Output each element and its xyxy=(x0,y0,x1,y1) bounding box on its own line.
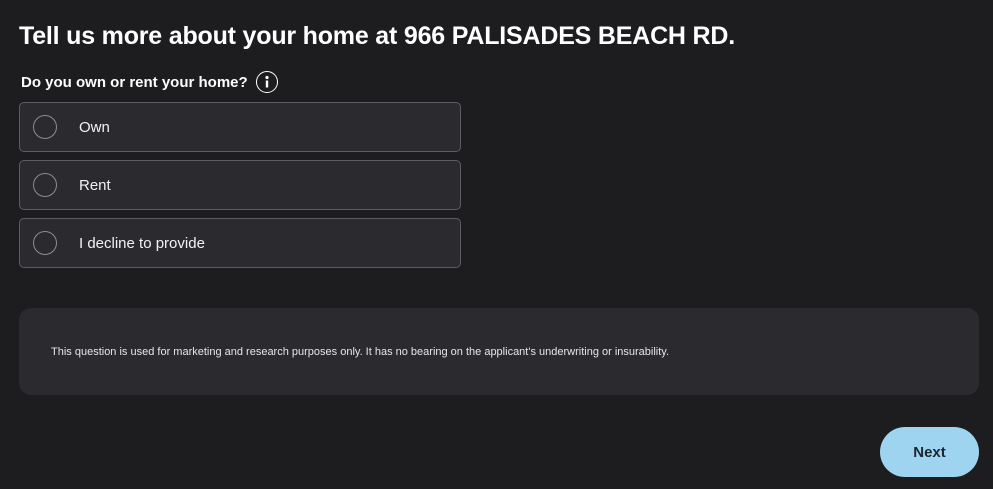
option-label: Own xyxy=(79,118,110,136)
page-title: Tell us more about your home at 966 PALI… xyxy=(19,22,735,50)
info-icon[interactable] xyxy=(255,71,278,93)
disclaimer-text: This question is used for marketing and … xyxy=(51,345,670,358)
radio-button[interactable] xyxy=(33,231,57,255)
disclaimer-panel: This question is used for marketing and … xyxy=(19,308,979,395)
radio-button[interactable] xyxy=(33,173,57,197)
option-own[interactable]: Own xyxy=(19,102,461,152)
option-label: I decline to provide xyxy=(79,234,205,252)
next-button[interactable]: Next xyxy=(880,427,979,477)
radio-button[interactable] xyxy=(33,115,57,139)
option-rent[interactable]: Rent xyxy=(19,160,461,210)
option-label: Rent xyxy=(79,176,111,194)
question-label: Do you own or rent your home? xyxy=(21,73,248,91)
option-decline[interactable]: I decline to provide xyxy=(19,218,461,268)
question-row: Do you own or rent your home? xyxy=(21,71,278,93)
page: Tell us more about your home at 966 PALI… xyxy=(0,0,993,489)
ownership-options: Own Rent I decline to provide xyxy=(19,102,461,276)
